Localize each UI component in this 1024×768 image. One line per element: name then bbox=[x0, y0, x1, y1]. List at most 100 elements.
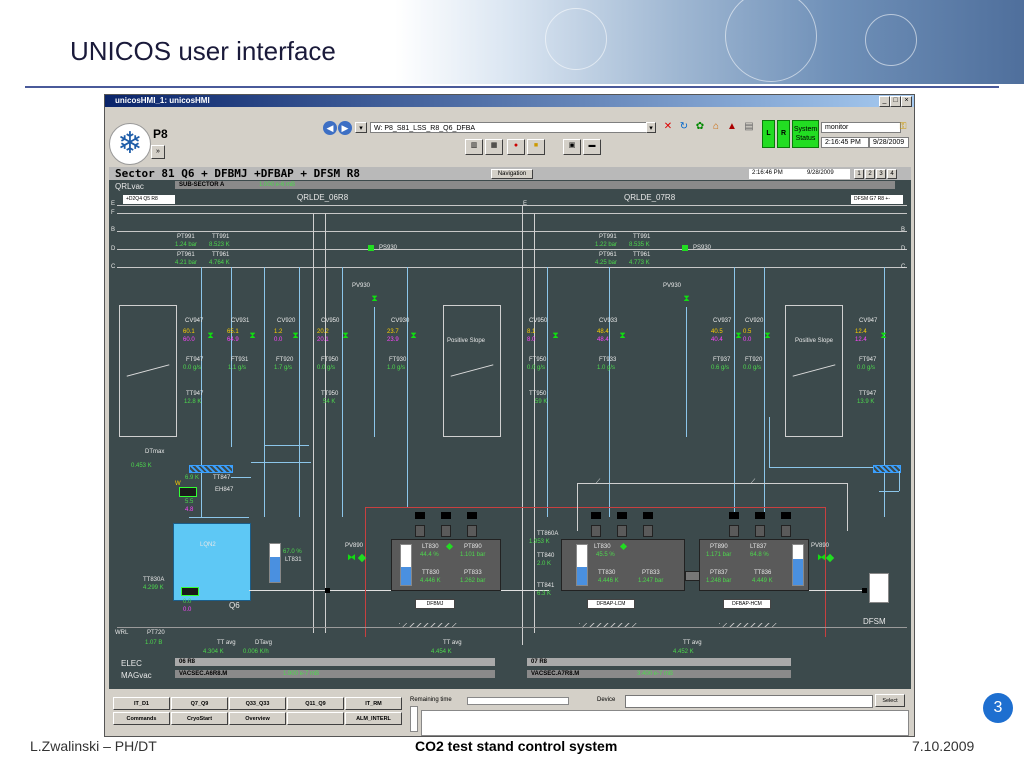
btn-it-d1[interactable]: IT_D1 bbox=[113, 697, 170, 710]
dfsm-box[interactable] bbox=[869, 573, 889, 603]
left-cv931-out: 65.1 bbox=[227, 329, 239, 335]
right-pt991-value: 1.22 bar bbox=[595, 242, 618, 248]
right-pt961-label: PT961 bbox=[599, 252, 617, 258]
btn-overview[interactable]: Overview bbox=[229, 712, 286, 725]
device-input[interactable] bbox=[625, 695, 873, 708]
dfbap-lcm-tag[interactable]: DFBAP-LCM bbox=[587, 599, 635, 609]
dfbap-hcm-tag[interactable]: DFBAP-HCM bbox=[723, 599, 771, 609]
maximize-button[interactable]: □ bbox=[890, 96, 901, 107]
header-line bbox=[522, 205, 523, 645]
user-field[interactable]: monitor bbox=[821, 122, 901, 133]
btn-commands[interactable]: Commands bbox=[113, 712, 170, 725]
left-ft947-label: FT947 bbox=[186, 357, 204, 363]
line-c-label: C bbox=[111, 264, 116, 270]
btn-it-rm[interactable]: IT_RM bbox=[345, 697, 402, 710]
select-button[interactable]: Select bbox=[875, 694, 905, 707]
dfbmj-leads bbox=[441, 512, 451, 519]
left-tt947-value: 12.8 K bbox=[184, 399, 202, 405]
settings-icon[interactable]: ✿ bbox=[693, 120, 707, 134]
right-positive-slope-box: Positive Slope bbox=[785, 305, 843, 437]
chart-icon[interactable]: ▦ bbox=[485, 139, 503, 155]
btn-q11-q9[interactable]: Q11_Q9 bbox=[287, 697, 344, 710]
history-dropdown-button[interactable]: ▾ bbox=[355, 122, 367, 133]
page-1-button[interactable]: 1 bbox=[854, 169, 864, 179]
subsector-value: 1.000 e-6 mB bbox=[259, 182, 296, 188]
btn-empty[interactable] bbox=[287, 712, 344, 725]
line-e bbox=[117, 205, 907, 206]
right-cv937-valve-icon[interactable]: ⧗ bbox=[735, 331, 742, 340]
header-line bbox=[577, 483, 847, 484]
alarm-icon[interactable]: ▲ bbox=[725, 120, 739, 134]
hcm-pt837-value: 1.248 bar bbox=[706, 578, 732, 584]
nav-right-button[interactable]: DFSM G7 R8 +- bbox=[851, 195, 903, 204]
log-area[interactable] bbox=[421, 710, 909, 736]
return-line bbox=[365, 507, 366, 637]
home-icon[interactable]: ⌂ bbox=[709, 120, 723, 134]
btn-q7-q9[interactable]: Q7_Q9 bbox=[171, 697, 228, 710]
q6-heater-icon[interactable] bbox=[181, 587, 199, 596]
left-cv931-valve-icon[interactable]: ⧗ bbox=[249, 331, 256, 340]
system-status-button[interactable]: System Status bbox=[792, 120, 819, 148]
nav-left-button[interactable]: +D2Q4 Q5 R8 bbox=[123, 195, 175, 204]
right-cv950-valve-icon[interactable]: ⧗ bbox=[552, 331, 559, 340]
lqn2-label: LQN2 bbox=[200, 542, 216, 548]
remaining-time-label: Remaining time bbox=[410, 697, 452, 703]
close-button[interactable]: × bbox=[901, 96, 912, 107]
right-cv947-valve-icon[interactable]: ⧗ bbox=[880, 331, 887, 340]
page-2-button[interactable]: 2 bbox=[865, 169, 875, 179]
return-line bbox=[365, 507, 825, 508]
left-cv920-valve-icon[interactable]: ⧗ bbox=[292, 331, 299, 340]
eh847-heater-icon[interactable] bbox=[179, 487, 197, 497]
btn-cryostart[interactable]: CryoStart bbox=[171, 712, 228, 725]
device-tree-icon[interactable]: ▣ bbox=[563, 139, 581, 155]
right-cv933-valve-icon[interactable]: ⧗ bbox=[619, 331, 626, 340]
print-icon[interactable]: ▤ bbox=[742, 120, 756, 134]
panel-path-field[interactable]: W: P8_S81_LSS_R8_Q6_DFBA bbox=[370, 122, 656, 133]
dfbmj-tag[interactable]: DFBMJ bbox=[415, 599, 455, 609]
left-tt961-label: TT961 bbox=[212, 252, 230, 258]
refresh-icon[interactable]: ↻ bbox=[677, 120, 691, 134]
console-icon[interactable]: ▬ bbox=[583, 139, 601, 155]
right-cv920-valve-icon[interactable]: ⧗ bbox=[764, 331, 771, 340]
btn-q33-q33[interactable]: Q33_Q33 bbox=[229, 697, 286, 710]
left-cv947-valve-icon[interactable]: ⧗ bbox=[207, 331, 214, 340]
minimize-button[interactable]: _ bbox=[879, 96, 890, 107]
folder-icon[interactable]: ■ bbox=[527, 139, 545, 155]
right-ft920-value: 0.0 g/s bbox=[743, 365, 762, 371]
left-ps930-indicator bbox=[368, 245, 374, 251]
btn-alm-interl[interactable]: ALM_INTERL bbox=[345, 712, 402, 725]
trend-icon[interactable]: ▥ bbox=[465, 139, 483, 155]
log-scroll[interactable] bbox=[410, 706, 418, 732]
elec-label: ELEC bbox=[121, 659, 142, 668]
cancel-icon[interactable]: ✕ bbox=[661, 120, 675, 134]
navigation-button[interactable]: Navigation bbox=[491, 169, 533, 179]
right-cv950-out: 8.1 bbox=[527, 329, 536, 335]
right-pv930-valve-icon[interactable]: ⧗ bbox=[683, 294, 690, 303]
left-cv930-valve-icon[interactable]: ⧗ bbox=[410, 331, 417, 340]
lt831-pct: 67.0 % bbox=[283, 549, 302, 555]
page-3-button[interactable]: 3 bbox=[876, 169, 886, 179]
lcm-pt833-label: PT833 bbox=[642, 570, 660, 576]
left-pv890-valve-icon[interactable]: ⧓ bbox=[347, 553, 356, 562]
left-pt961-value: 4.21 bar bbox=[175, 260, 198, 266]
left-cv950-out: 20.2 bbox=[317, 329, 329, 335]
status-r-indicator[interactable]: R bbox=[777, 120, 790, 148]
elec-right-bar bbox=[527, 658, 791, 666]
forward-arrow-icon[interactable]: ▶ bbox=[338, 121, 352, 135]
alarm-list-icon[interactable]: ● bbox=[507, 139, 525, 155]
ttavg-left-value: 4.304 K bbox=[203, 649, 224, 655]
status-l-indicator[interactable]: L bbox=[762, 120, 775, 148]
left-pv930-valve-icon[interactable]: ⧗ bbox=[371, 294, 378, 303]
page-4-button[interactable]: 4 bbox=[887, 169, 897, 179]
expand-button[interactable]: » bbox=[151, 145, 165, 159]
left-pv930-label: PV930 bbox=[352, 283, 371, 289]
back-arrow-icon[interactable]: ◀ bbox=[323, 121, 337, 135]
main-toolbar: ❄ P8 » ◀ ▶ ▾ W: P8_S81_LSS_R8_Q6_DFBA ▾ … bbox=[105, 107, 914, 167]
path-dropdown-button[interactable]: ▾ bbox=[646, 122, 656, 133]
lcm-tt830-value: 4.446 K bbox=[598, 578, 619, 584]
pipe bbox=[342, 267, 343, 517]
left-cv950-valve-icon[interactable]: ⧗ bbox=[342, 331, 349, 340]
key-icon[interactable]: ⚿ bbox=[897, 119, 909, 133]
right-pv890-valve-icon[interactable]: ⧓ bbox=[817, 553, 826, 562]
footer-center: CO2 test stand control system bbox=[415, 738, 618, 754]
